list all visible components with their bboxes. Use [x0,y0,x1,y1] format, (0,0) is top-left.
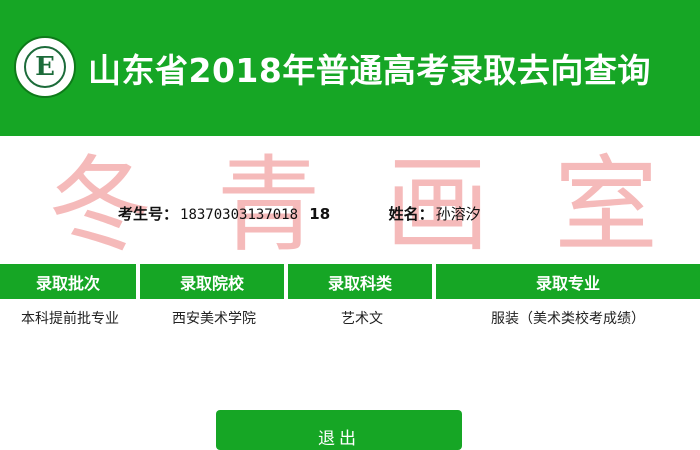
logo-letter: E [35,52,55,82]
result-table-header: 录取批次 录取院校 录取科类 录取专业 [0,264,700,299]
header-bar: E 山东省2018年普通高考录取去向查询 [0,0,700,136]
header-admission-school: 录取院校 [140,264,288,299]
cell-admission-major: 服装（美术类校考成绩） [491,311,645,327]
header-admission-major: 录取专业 [436,264,700,299]
examinee-no-suffix: 18 [309,205,331,223]
page-title: 山东省2018年普通高考录取去向查询 [88,51,651,90]
logo-ring: E [24,46,66,88]
cell-admission-batch: 本科提前批专业 [21,311,119,327]
table-row: 本科提前批专业 西安美术学院 艺术文 服装（美术类校考成绩） [0,303,700,333]
examinee-no-value: 18370303137018 [180,207,299,223]
examinee-name-label: 姓名： [388,205,434,223]
exit-button[interactable]: 退出 [216,410,462,450]
cell-admission-school: 西安美术学院 [172,311,256,327]
examinee-no-label: 考生号： [118,205,179,223]
header-admission-batch: 录取批次 [0,264,140,299]
examinee-name-value: 孙溶汐 [435,205,481,223]
watermark-char: 室 [553,144,658,266]
header-admission-category: 录取科类 [288,264,436,299]
examinee-info: 考生号： 18370303137018 18 姓名： 孙溶汐 [118,203,481,224]
school-logo-icon: E [14,36,76,98]
cell-admission-category: 艺术文 [341,311,383,327]
